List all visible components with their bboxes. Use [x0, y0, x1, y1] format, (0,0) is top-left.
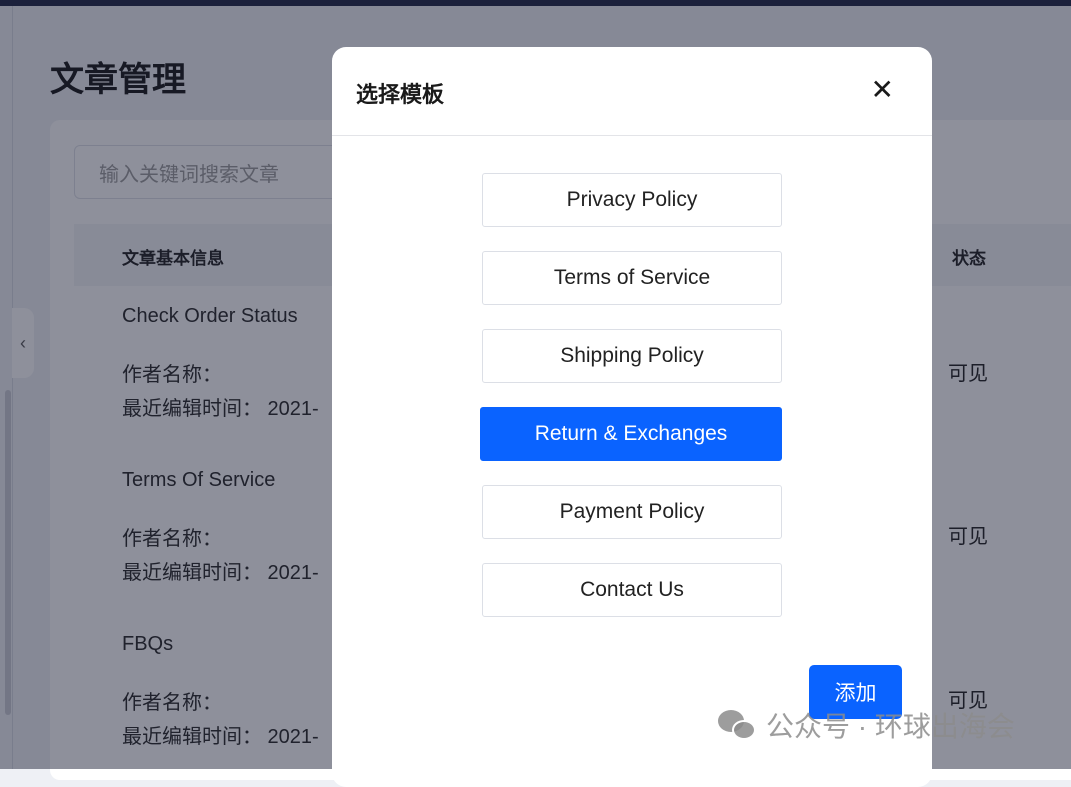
template-option-privacy-policy[interactable]: Privacy Policy — [482, 173, 782, 227]
wechat-icon — [718, 708, 758, 742]
template-option-terms-of-service[interactable]: Terms of Service — [482, 251, 782, 305]
select-template-modal: 选择模板 ✕ Privacy Policy Terms of Service S… — [332, 47, 932, 787]
template-option-payment-policy[interactable]: Payment Policy — [482, 485, 782, 539]
template-option-contact-us[interactable]: Contact Us — [482, 563, 782, 617]
modal-header: 选择模板 ✕ — [332, 47, 932, 136]
close-icon[interactable]: ✕ — [871, 73, 894, 106]
modal-title: 选择模板 — [356, 82, 445, 107]
template-option-return-exchanges[interactable]: Return & Exchanges — [480, 407, 782, 461]
template-option-shipping-policy[interactable]: Shipping Policy — [482, 329, 782, 383]
watermark: 公众号 · 环球出海会 — [718, 705, 1015, 745]
watermark-text: 公众号 · 环球出海会 — [766, 711, 1015, 742]
